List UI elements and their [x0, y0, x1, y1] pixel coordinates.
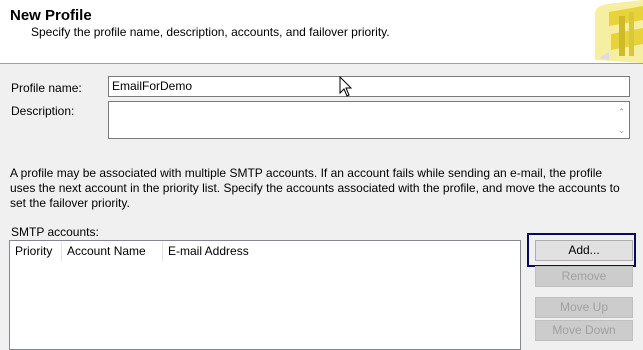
wizard-header: New Profile Specify the profile name, de…	[0, 0, 643, 64]
column-header-priority[interactable]: Priority	[10, 241, 62, 261]
remove-button[interactable]: Remove	[535, 266, 633, 287]
add-button[interactable]: Add...	[535, 240, 633, 261]
info-text: A profile may be associated with multipl…	[10, 166, 620, 210]
move-down-button[interactable]: Move Down	[535, 320, 633, 341]
description-input[interactable]: ⌃ ⌄	[108, 101, 630, 139]
mouse-cursor-icon	[339, 75, 353, 101]
profile-name-input[interactable]: EmailForDemo	[108, 76, 630, 97]
profile-name-value: EmailForDemo	[112, 79, 193, 93]
scroll-up-arrow-icon[interactable]: ⌃	[617, 108, 626, 117]
page-subtitle: Specify the profile name, description, a…	[31, 25, 390, 39]
move-up-button[interactable]: Move Up	[535, 297, 633, 318]
description-label: Description:	[11, 104, 75, 118]
scroll-down-arrow-icon[interactable]: ⌄	[617, 126, 626, 135]
page-title: New Profile	[10, 7, 92, 24]
smtp-accounts-list[interactable]: Priority Account Name E-mail Address	[9, 240, 521, 350]
column-header-account-name[interactable]: Account Name	[62, 241, 163, 261]
smtp-accounts-label: SMTP accounts:	[11, 225, 99, 239]
database-mail-logo-icon	[585, 0, 643, 63]
column-header-email-address[interactable]: E-mail Address	[163, 241, 343, 261]
profile-name-label: Profile name:	[11, 81, 82, 95]
